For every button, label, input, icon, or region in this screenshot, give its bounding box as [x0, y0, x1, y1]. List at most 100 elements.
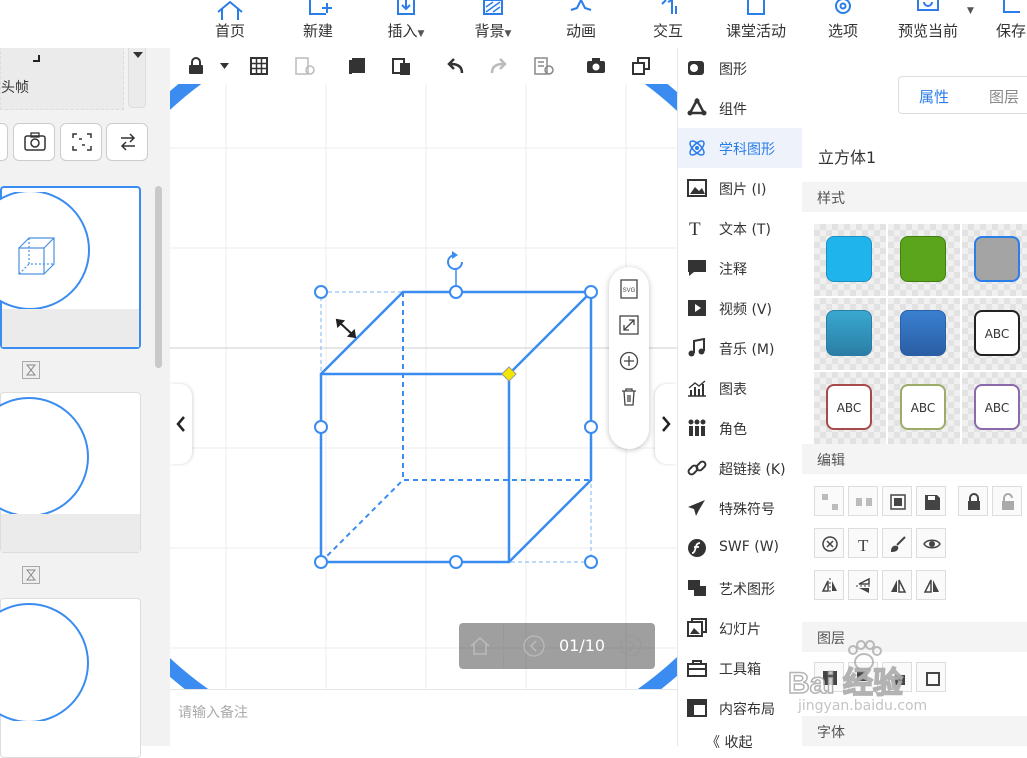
expand-icon[interactable] [619, 315, 639, 335]
insert-swf[interactable]: SWF (W) [678, 528, 802, 568]
transition-button[interactable] [106, 123, 148, 161]
toolbar-preview-button[interactable]: 预览当前 [888, 0, 968, 48]
toolbar-animation-button[interactable]: 动画 [550, 0, 612, 48]
insert-chart[interactable]: 图表 [678, 368, 802, 408]
toolbar-save-button[interactable]: 保存 [988, 0, 1027, 48]
text-button[interactable]: T [848, 528, 878, 558]
svg-export-icon[interactable]: SVG [619, 279, 639, 299]
flip-v-button[interactable] [848, 570, 878, 600]
tab-properties[interactable]: 属性 [919, 86, 949, 107]
resize-window-icon[interactable] [632, 57, 650, 75]
transition-icon[interactable] [22, 566, 40, 584]
resize-handle-br[interactable] [584, 555, 598, 569]
toolbar-options-button[interactable]: 选项 [813, 0, 873, 48]
bring-forward-button[interactable] [848, 662, 878, 692]
trash-icon[interactable] [619, 387, 639, 407]
resize-handle-bl[interactable] [314, 555, 328, 569]
insert-art-shape[interactable]: 艺术图形 [678, 568, 802, 608]
insert-comment[interactable]: 注释 [678, 248, 802, 288]
left-partial-button[interactable] [0, 123, 8, 161]
cube-shape[interactable] [170, 84, 677, 689]
insert-special-symbol[interactable]: 特殊符号 [678, 488, 802, 528]
toolbar-home-button[interactable]: 首页 [200, 0, 260, 48]
insert-character[interactable]: 角色 [678, 408, 802, 448]
style-swatch-3[interactable] [962, 224, 1027, 296]
distribute-button[interactable] [848, 486, 878, 516]
slide-thumbnail-1[interactable] [0, 186, 141, 349]
toolbar-insert-button[interactable]: 插入▼ [375, 0, 437, 48]
style-swatch-6[interactable]: ABC [962, 298, 1027, 370]
group-button[interactable] [882, 486, 912, 516]
resize-handle-tr[interactable] [584, 285, 598, 299]
insert-slides[interactable]: 幻灯片 [678, 608, 802, 648]
screenshot-button[interactable] [13, 123, 55, 161]
paste-icon[interactable] [392, 56, 412, 76]
transition-icon[interactable] [22, 361, 40, 379]
preview-dropdown-caret-icon[interactable]: ▼ [967, 6, 974, 16]
clear-format-icon[interactable] [534, 57, 554, 75]
flip-h-button[interactable] [814, 570, 844, 600]
style-swatch-4[interactable] [814, 298, 886, 370]
style-swatch-5[interactable] [888, 298, 960, 370]
format-painter-icon[interactable] [295, 57, 315, 75]
bring-front-button[interactable] [814, 662, 844, 692]
collapse-menu-button[interactable]: 《 收起 [706, 732, 752, 752]
toolbar-interaction-button[interactable]: 交互 [637, 0, 699, 48]
style-swatch-9[interactable]: ABC [962, 372, 1027, 444]
send-back-button[interactable] [916, 662, 946, 692]
style-swatch-8[interactable]: ABC [888, 372, 960, 444]
tab-layers[interactable]: 图层 [989, 86, 1019, 107]
insert-toolbox[interactable]: 工具箱 [678, 648, 802, 688]
slide-canvas[interactable]: SVG 01/10 [170, 84, 677, 689]
send-backward-button[interactable] [882, 662, 912, 692]
rotate-button[interactable] [814, 528, 844, 558]
insert-subject-shape[interactable]: 学科图形 [678, 128, 802, 168]
rotate-handle-icon[interactable] [447, 251, 463, 286]
insert-image[interactable]: 图片 (I) [678, 168, 802, 208]
copy-icon[interactable] [348, 57, 366, 75]
redo-icon[interactable] [490, 58, 508, 74]
undo-icon[interactable] [446, 58, 464, 74]
mirror-left-button[interactable] [882, 570, 912, 600]
save-shape-button[interactable] [916, 486, 946, 516]
toolbar-background-button[interactable]: 背景▼ [462, 0, 524, 48]
insert-video[interactable]: 视频 (V) [678, 288, 802, 328]
add-circle-icon[interactable] [619, 351, 639, 371]
resize-handle-b[interactable] [449, 555, 463, 569]
toolbar-classroom-button[interactable]: 课堂活动 [718, 0, 794, 48]
slide-panel-scrollbar[interactable] [155, 186, 162, 368]
camera-icon[interactable] [586, 58, 606, 74]
insert-layout[interactable]: 内容布局 [678, 688, 802, 728]
insert-shape[interactable]: 图形 [678, 48, 802, 88]
resize-handle-l[interactable] [314, 420, 328, 434]
collapse-left-button[interactable] [170, 384, 192, 464]
caret-down-icon[interactable] [220, 63, 229, 69]
slide-thumbnail-3[interactable] [0, 598, 141, 758]
collapse-right-button[interactable] [655, 384, 677, 464]
toolbar-new-button[interactable]: 新建 [288, 0, 348, 48]
brush-button[interactable] [882, 528, 912, 558]
style-swatch-2[interactable] [888, 224, 960, 296]
style-swatch-7[interactable]: ABC [814, 372, 886, 444]
home-icon[interactable] [469, 636, 491, 656]
mirror-right-button[interactable] [916, 570, 946, 600]
insert-hyperlink[interactable]: 超链接 (K) [678, 448, 802, 488]
resize-handle-r[interactable] [584, 420, 598, 434]
align-button[interactable] [814, 486, 844, 516]
visibility-button[interactable] [916, 528, 946, 558]
notes-area[interactable]: 请输入备注 [170, 689, 677, 747]
insert-text[interactable]: T 文本 (T) [678, 208, 802, 248]
insert-music[interactable]: 音乐 (M) [678, 328, 802, 368]
insert-component[interactable]: 组件 [678, 88, 802, 128]
unlock-button[interactable] [992, 486, 1022, 516]
lock-button[interactable] [958, 486, 988, 516]
next-page-icon[interactable] [620, 635, 642, 657]
grid-icon[interactable] [250, 57, 268, 75]
resize-handle-tl[interactable] [314, 285, 328, 299]
lock-icon[interactable] [188, 57, 204, 75]
style-swatch-1[interactable] [814, 224, 886, 296]
frame-region-button[interactable] [60, 123, 102, 161]
prev-page-icon[interactable] [523, 635, 545, 657]
slide-thumbnail-2[interactable] [0, 392, 141, 553]
resize-handle-t[interactable] [449, 285, 463, 299]
